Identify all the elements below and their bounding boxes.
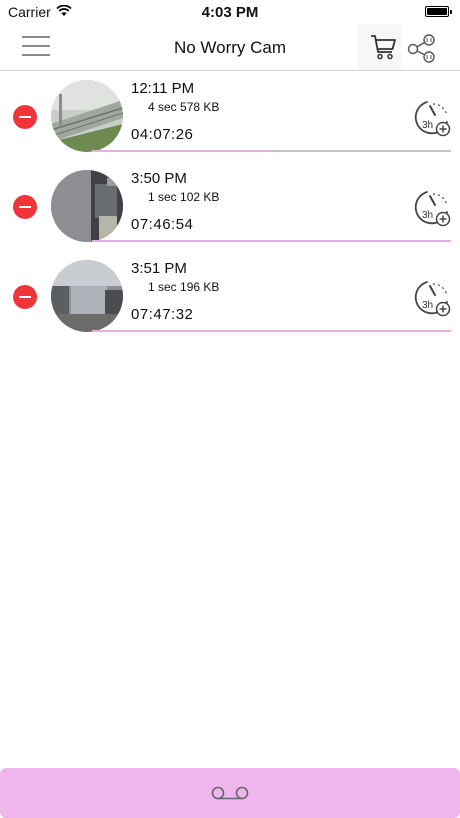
recording-thumbnail[interactable] [51, 170, 123, 242]
progress-fill [92, 150, 276, 152]
recording-meta: 4 sec 578 KB [148, 100, 220, 114]
recordings-list: 12:11 PM 4 sec 578 KB 04:07:26 3h 3:50 P… [0, 71, 460, 341]
svg-text:3h: 3h [422, 210, 433, 221]
recording-duration: 07:47:32 [131, 306, 194, 323]
voicemail-icon [211, 786, 249, 800]
cart-icon [371, 35, 396, 60]
timer-3h-add-icon: 3h [414, 101, 451, 137]
recording-thumbnail[interactable] [51, 80, 123, 152]
recording-duration: 04:07:26 [131, 126, 194, 143]
timer-add-button[interactable]: 3h [413, 278, 453, 318]
recording-thumbnail[interactable] [51, 260, 123, 332]
battery-icon [425, 6, 452, 17]
progress-track [92, 240, 451, 242]
recording-meta: 1 sec 102 KB [148, 190, 220, 204]
delete-button[interactable] [13, 105, 37, 129]
progress-track [92, 150, 451, 152]
share-button[interactable] [404, 30, 440, 66]
svg-text:3h: 3h [422, 120, 433, 131]
status-bar: Carrier 4:03 PM [0, 0, 460, 24]
nav-bar: No Worry Cam [0, 24, 460, 71]
voicemail-button[interactable] [0, 768, 460, 818]
progress-fill [92, 240, 451, 242]
timer-add-button[interactable]: 3h [413, 188, 453, 228]
list-item[interactable]: 3:51 PM 1 sec 196 KB 07:47:32 3h [0, 251, 460, 341]
thumbnail-image [51, 80, 123, 152]
thumbnail-image [51, 260, 123, 332]
list-item[interactable]: 3:50 PM 1 sec 102 KB 07:46:54 3h [0, 161, 460, 251]
timer-3h-add-icon: 3h [414, 191, 451, 227]
recording-time: 12:11 PM [131, 80, 195, 97]
timer-3h-add-icon: 3h [414, 281, 451, 317]
recording-duration: 07:46:54 [131, 216, 194, 233]
timer-add-button[interactable]: 3h [413, 98, 453, 138]
list-item[interactable]: 12:11 PM 4 sec 578 KB 04:07:26 3h [0, 71, 460, 161]
share-icon [407, 34, 435, 63]
recording-time: 3:50 PM [131, 170, 187, 187]
cart-button[interactable] [357, 24, 401, 70]
progress-track [92, 330, 451, 332]
thumbnail-image [51, 170, 123, 242]
svg-text:3h: 3h [422, 300, 433, 311]
delete-button[interactable] [13, 195, 37, 219]
delete-button[interactable] [13, 285, 37, 309]
progress-fill [92, 330, 451, 332]
status-time: 4:03 PM [201, 4, 259, 21]
recording-time: 3:51 PM [131, 260, 187, 277]
recording-meta: 1 sec 196 KB [148, 280, 220, 294]
